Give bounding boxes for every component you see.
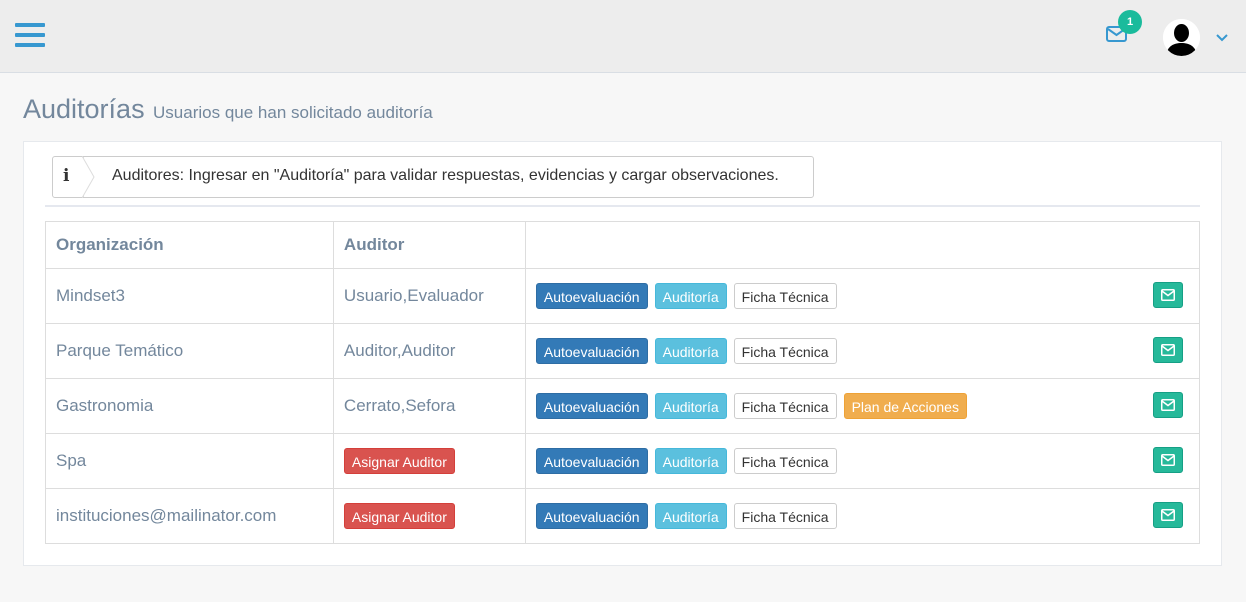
envelope-icon (1161, 399, 1175, 411)
column-header-organizacion: Organización (45, 221, 334, 269)
asignar-auditor-button[interactable]: Asignar Auditor (343, 448, 455, 474)
top-navbar: 1 (0, 0, 1246, 73)
auditor-cell: Asignar Auditor (332, 488, 526, 544)
ficha-tecnica-button[interactable]: Ficha Técnica (733, 393, 837, 419)
table-row: instituciones@mailinator.com Asignar Aud… (45, 488, 1201, 544)
envelope-icon (1161, 454, 1175, 466)
table-row: Mindset3 Usuario,Evaluador Autoevaluació… (45, 268, 1201, 324)
ficha-tecnica-button[interactable]: Ficha Técnica (733, 448, 837, 474)
plan-de-acciones-button[interactable]: Plan de Acciones (843, 393, 967, 419)
page-title: Auditorías Usuarios que han solicitado a… (23, 94, 433, 125)
actions-cell: Autoevaluación Auditoría Ficha Técnica (524, 323, 1201, 379)
ficha-tecnica-button[interactable]: Ficha Técnica (733, 338, 837, 364)
auditoria-button[interactable]: Auditoría (654, 448, 727, 474)
organization-cell: instituciones@mailinator.com (45, 488, 334, 544)
actions-cell: Autoevaluación Auditoría Ficha Técnica Plan… (524, 378, 1201, 434)
organization-cell: Mindset3 (45, 268, 334, 324)
asignar-auditor-button[interactable]: Asignar Auditor (343, 503, 455, 529)
hamburger-icon[interactable] (15, 23, 45, 49)
content-panel: i Auditores: Ingresar en "Auditoría" par… (23, 141, 1222, 566)
envelope-icon (1161, 344, 1175, 356)
autoevaluacion-button[interactable]: Autoevaluación (535, 393, 648, 419)
auditoria-button[interactable]: Auditoría (654, 283, 727, 309)
auditorias-table: Organización Auditor Mindset3 Usuario,Ev… (45, 221, 1201, 544)
alert-message: Auditores: Ingresar en "Auditoría" para … (112, 167, 779, 184)
divider (45, 205, 1200, 207)
ficha-tecnica-button[interactable]: Ficha Técnica (733, 283, 837, 309)
auditor-cell: Asignar Auditor (332, 433, 526, 489)
auditor-cell: Auditor,Auditor (332, 323, 526, 379)
autoevaluacion-button[interactable]: Autoevaluación (535, 338, 648, 364)
page-title-text: Auditorías (23, 94, 145, 124)
info-icon: i (63, 166, 70, 186)
actions-cell: Autoevaluación Auditoría Ficha Técnica (524, 488, 1201, 544)
info-alert: i Auditores: Ingresar en "Auditoría" par… (52, 156, 814, 198)
alert-arrow-icon (82, 156, 95, 198)
organization-cell: Gastronomia (45, 378, 334, 434)
send-email-button[interactable] (1153, 447, 1183, 473)
ficha-tecnica-button[interactable]: Ficha Técnica (733, 503, 837, 529)
table-row: Gastronomia Cerrato,Sefora Autoevaluació… (45, 378, 1201, 434)
auditor-cell: Usuario,Evaluador (332, 268, 526, 324)
alert-icon-box: i (53, 157, 84, 197)
table-row: Parque Temático Auditor,Auditor Autoeval… (45, 323, 1201, 379)
autoevaluacion-button[interactable]: Autoevaluación (535, 448, 648, 474)
send-email-button[interactable] (1153, 282, 1183, 308)
auditoria-button[interactable]: Auditoría (654, 393, 727, 419)
envelope-icon (1161, 509, 1175, 521)
send-email-button[interactable] (1153, 337, 1183, 363)
actions-cell: Autoevaluación Auditoría Ficha Técnica (524, 268, 1201, 324)
autoevaluacion-button[interactable]: Autoevaluación (535, 283, 648, 309)
page-subtitle: Usuarios que han solicitado auditoría (153, 103, 433, 122)
organization-cell: Parque Temático (45, 323, 334, 379)
envelope-icon (1161, 289, 1175, 301)
auditor-cell: Cerrato,Sefora (332, 378, 526, 434)
autoevaluacion-button[interactable]: Autoevaluación (535, 503, 648, 529)
chevron-down-icon[interactable] (1215, 30, 1229, 42)
notification-count-badge[interactable]: 1 (1118, 10, 1142, 34)
organization-cell: Spa (45, 433, 334, 489)
column-header-auditor: Auditor (332, 221, 526, 269)
auditoria-button[interactable]: Auditoría (654, 503, 727, 529)
send-email-button[interactable] (1153, 392, 1183, 418)
auditoria-button[interactable]: Auditoría (654, 338, 727, 364)
user-avatar[interactable] (1163, 19, 1200, 56)
actions-cell: Autoevaluación Auditoría Ficha Técnica (524, 433, 1201, 489)
send-email-button[interactable] (1153, 502, 1183, 528)
table-header-row: Organización Auditor (45, 221, 1201, 269)
column-header-actions (524, 221, 1201, 269)
table-row: Spa Asignar Auditor Autoevaluación Audito… (45, 433, 1201, 489)
